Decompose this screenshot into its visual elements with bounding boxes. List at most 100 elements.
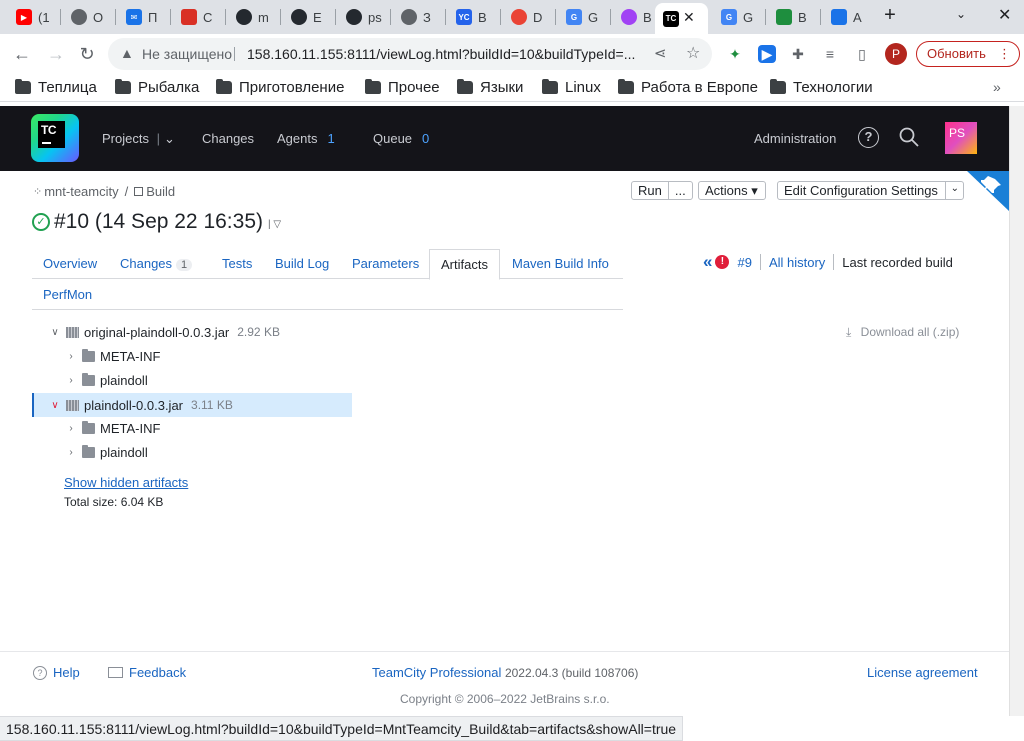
breadcrumb-build-config[interactable]: Build (146, 184, 175, 199)
previous-build-link[interactable]: #9 (737, 255, 751, 270)
artifact-folder-row[interactable]: › plaindoll (64, 440, 148, 464)
chevron-down-icon[interactable]: ⌄ (951, 183, 959, 194)
run-options-button[interactable]: ... (667, 182, 692, 199)
close-tab-icon[interactable]: ✕ (683, 9, 695, 26)
breadcrumb-project[interactable]: mnt-teamcity (44, 184, 118, 199)
window-close-icon[interactable]: ✕ (998, 5, 1011, 25)
show-hidden-artifacts-link[interactable]: Show hidden artifacts (64, 475, 188, 490)
tab-overview[interactable]: Overview (32, 249, 108, 279)
address-bar[interactable]: ▲ Не защищено 158.160.11.155:8111/viewLo… (108, 38, 712, 70)
extension-icon[interactable]: ✦ (726, 45, 744, 63)
new-tab-icon[interactable]: + (879, 5, 901, 27)
scrollbar[interactable] (1009, 106, 1024, 716)
update-button[interactable]: Обновить ⋮ (916, 41, 1020, 67)
pin-badge-icon[interactable] (967, 171, 1009, 211)
help-icon[interactable]: ? (858, 127, 879, 148)
browser-tab[interactable]: C (173, 4, 223, 30)
download-all-link[interactable]: ⤓ Download all (.zip) (846, 325, 959, 340)
puzzle-icon[interactable]: ✚ (789, 45, 807, 63)
all-history-link[interactable]: All history (769, 255, 825, 270)
browser-tab[interactable]: A (823, 4, 873, 30)
not-secure-label[interactable]: Не защищено (142, 46, 232, 62)
tab-build-log[interactable]: Build Log (264, 249, 340, 279)
browser-tab[interactable]: ▶ (1 (8, 4, 58, 30)
edit-configuration-button[interactable]: Edit Configuration Settings ⌄ (777, 181, 964, 200)
forward-icon[interactable]: → (44, 42, 68, 66)
footer-help-link[interactable]: ? Help (33, 665, 80, 680)
nav-agents[interactable]: Agents 1 (277, 131, 335, 146)
tab-perfmon[interactable]: PerfMon (32, 280, 103, 310)
browser-tab[interactable]: ✉ П (118, 4, 168, 30)
browser-tab[interactable]: D (503, 4, 553, 30)
license-agreement-link[interactable]: License agreement (867, 665, 978, 680)
chevron-right-icon[interactable]: › (64, 447, 78, 458)
search-icon[interactable] (898, 126, 920, 148)
profile-avatar[interactable]: P (885, 43, 907, 65)
bookmark-folder[interactable]: Linux (542, 79, 601, 96)
nav-administration[interactable]: Administration (754, 131, 836, 146)
more-bookmarks-icon[interactable]: » (993, 79, 1001, 95)
artifact-name[interactable]: original-plaindoll-0.0.3.jar (84, 325, 229, 340)
artifact-folder-row[interactable]: › META-INF (64, 344, 160, 368)
tab-artifacts[interactable]: Artifacts (429, 249, 500, 280)
browser-tab[interactable]: E (283, 4, 333, 30)
user-avatar[interactable]: PS (945, 122, 977, 154)
chevron-down-icon[interactable]: ∨ (48, 400, 62, 411)
folder-name[interactable]: META-INF (100, 421, 160, 436)
chevron-down-icon[interactable]: ⌄ (164, 131, 175, 146)
tab-parameters[interactable]: Parameters (341, 249, 430, 279)
browser-tab[interactable]: O (63, 4, 113, 30)
back-icon[interactable]: ← (10, 42, 34, 66)
browser-tab[interactable]: B (768, 4, 818, 30)
tab-tests[interactable]: Tests (211, 249, 263, 279)
bookmark-folder[interactable]: Рыбалка (115, 79, 199, 96)
zoom-extension-icon[interactable]: ▶ (758, 45, 776, 63)
teamcity-logo[interactable]: TC (31, 114, 79, 162)
warning-icon[interactable]: ▲ (120, 45, 138, 63)
bookmark-folder[interactable]: Прочее (365, 79, 440, 96)
url-text[interactable]: 158.160.11.155:8111/viewLog.html?buildId… (247, 46, 642, 62)
bookmark-folder[interactable]: Языки (457, 79, 523, 96)
artifact-folder-row[interactable]: › META-INF (64, 416, 160, 440)
nav-queue[interactable]: Queue 0 (373, 131, 429, 146)
bookmark-folder[interactable]: Приготовление (216, 79, 344, 96)
side-panel-icon[interactable]: ▯ (853, 45, 871, 63)
chevron-down-icon[interactable]: ⌄ (956, 7, 966, 21)
chevron-down-icon[interactable]: | ▽ (268, 219, 281, 230)
nav-projects[interactable]: Projects | ⌄ (102, 131, 175, 147)
chevron-right-icon[interactable]: › (64, 351, 78, 362)
folder-name[interactable]: META-INF (100, 349, 160, 364)
tab-changes[interactable]: Changes 1 (109, 249, 203, 279)
bookmark-star-icon[interactable]: ☆ (686, 43, 700, 63)
browser-tab[interactable]: m (228, 4, 278, 30)
footer-feedback-link[interactable]: Feedback (108, 665, 186, 680)
share-icon[interactable]: ⋖ (654, 44, 667, 62)
reload-icon[interactable]: ↻ (75, 42, 99, 66)
browser-tab[interactable]: YC В (448, 4, 498, 30)
browser-tab-active[interactable]: TC (655, 3, 708, 34)
browser-tab[interactable]: З (393, 4, 443, 30)
bookmark-folder[interactable]: Теплица (15, 79, 97, 96)
artifact-folder-row[interactable]: › plaindoll (64, 368, 148, 392)
folder-name[interactable]: plaindoll (100, 445, 148, 460)
chevron-down-icon[interactable]: ∨ (48, 327, 62, 338)
run-button[interactable]: Run (632, 182, 668, 199)
bookmark-folder[interactable]: Работа в Европе (618, 79, 758, 96)
nav-changes[interactable]: Changes (202, 131, 254, 146)
bookmark-folder[interactable]: Технологии (770, 79, 873, 96)
artifact-jar-row[interactable]: ∨ original-plaindoll-0.0.3.jar 2.92 KB (48, 320, 280, 344)
chevron-right-icon[interactable]: › (64, 375, 78, 386)
product-link[interactable]: TeamCity Professional (372, 665, 501, 680)
folder-name[interactable]: plaindoll (100, 373, 148, 388)
actions-button[interactable]: Actions ▾ (698, 181, 766, 200)
browser-tab[interactable]: ps (338, 4, 388, 30)
tab-maven-build-info[interactable]: Maven Build Info (501, 249, 620, 279)
chevron-right-icon[interactable]: › (64, 423, 78, 434)
artifact-name[interactable]: plaindoll-0.0.3.jar (84, 398, 183, 413)
artifact-jar-row-selected[interactable]: ∨ plaindoll-0.0.3.jar 3.11 KB (32, 393, 352, 417)
yc-icon: YC (456, 9, 472, 25)
previous-build-icon[interactable]: « (703, 252, 712, 272)
browser-tab[interactable]: GG (713, 4, 763, 30)
browser-tab[interactable]: GG (558, 4, 608, 30)
media-icon[interactable]: ≡ (821, 45, 839, 63)
